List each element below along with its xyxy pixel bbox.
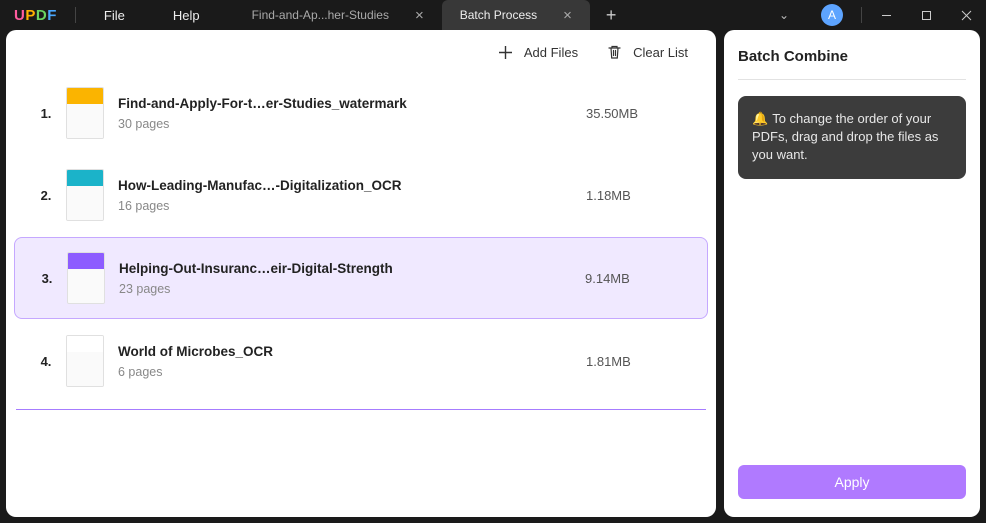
tab-document[interactable]: Find-and-Ap...her-Studies ×: [234, 0, 442, 30]
file-size: 35.50MB: [586, 106, 696, 121]
file-list-panel: Add Files Clear List 1. Find-and-Apply-F…: [6, 30, 716, 517]
file-info: Helping-Out-Insuranc…eir-Digital-Strengt…: [119, 261, 585, 296]
separator: [861, 7, 862, 23]
panel-title: Batch Combine: [738, 48, 966, 80]
file-name: Find-and-Apply-For-t…er-Studies_watermar…: [118, 96, 586, 111]
menu-file[interactable]: File: [80, 8, 149, 23]
file-info: World of Microbes_OCR 6 pages: [118, 344, 586, 379]
plus-icon: [497, 44, 514, 61]
bell-icon: 🔔: [752, 111, 768, 126]
file-size: 1.18MB: [586, 188, 696, 203]
file-name: World of Microbes_OCR: [118, 344, 586, 359]
maximize-button[interactable]: [906, 0, 946, 30]
close-icon[interactable]: ×: [563, 7, 572, 24]
file-name: How-Leading-Manufac…-Digitalization_OCR: [118, 178, 586, 193]
row-index: 2.: [26, 188, 66, 203]
clear-list-button[interactable]: Clear List: [606, 44, 688, 61]
trash-icon: [606, 44, 623, 61]
app-logo: UPDF: [0, 7, 71, 24]
file-thumbnail: [66, 87, 104, 139]
row-index: 4.: [26, 354, 66, 369]
clear-list-label: Clear List: [633, 45, 688, 60]
file-size: 9.14MB: [585, 271, 695, 286]
file-row[interactable]: 2. How-Leading-Manufac…-Digitalization_O…: [14, 155, 708, 235]
menu-help[interactable]: Help: [149, 8, 224, 23]
file-row[interactable]: 1. Find-and-Apply-For-t…er-Studies_water…: [14, 73, 708, 153]
close-button[interactable]: [946, 0, 986, 30]
row-index: 3.: [27, 271, 67, 286]
tab-strip: Find-and-Ap...her-Studies × Batch Proces…: [234, 0, 633, 30]
add-files-label: Add Files: [524, 45, 578, 60]
file-thumbnail: [67, 252, 105, 304]
tab-batch-process[interactable]: Batch Process ×: [442, 0, 590, 30]
separator: [75, 7, 76, 23]
file-info: How-Leading-Manufac…-Digitalization_OCR …: [118, 178, 586, 213]
row-index: 1.: [26, 106, 66, 121]
file-info: Find-and-Apply-For-t…er-Studies_watermar…: [118, 96, 586, 131]
file-pages: 23 pages: [119, 282, 585, 296]
main-shell: Add Files Clear List 1. Find-and-Apply-F…: [0, 30, 986, 523]
file-pages: 6 pages: [118, 365, 586, 379]
chevron-down-icon[interactable]: ⌄: [761, 8, 807, 22]
side-panel: Batch Combine 🔔To change the order of yo…: [724, 30, 980, 517]
close-icon[interactable]: ×: [415, 7, 424, 24]
file-list-toolbar: Add Files Clear List: [6, 30, 716, 71]
new-tab-button[interactable]: +: [590, 0, 633, 30]
avatar[interactable]: A: [821, 4, 843, 26]
titlebar: UPDF File Help Find-and-Ap...her-Studies…: [0, 0, 986, 30]
file-row[interactable]: 3. Helping-Out-Insuranc…eir-Digital-Stre…: [14, 237, 708, 319]
file-list: 1. Find-and-Apply-For-t…er-Studies_water…: [6, 71, 716, 517]
list-divider: [16, 409, 706, 410]
file-name: Helping-Out-Insuranc…eir-Digital-Strengt…: [119, 261, 585, 276]
file-thumbnail: [66, 169, 104, 221]
file-pages: 16 pages: [118, 199, 586, 213]
hint-text: To change the order of your PDFs, drag a…: [752, 111, 938, 162]
tab-label: Batch Process: [460, 8, 537, 22]
file-thumbnail: [66, 335, 104, 387]
minimize-button[interactable]: [866, 0, 906, 30]
file-size: 1.81MB: [586, 354, 696, 369]
hint-box: 🔔To change the order of your PDFs, drag …: [738, 96, 966, 179]
titlebar-right: ⌄ A: [761, 0, 986, 30]
file-pages: 30 pages: [118, 117, 586, 131]
apply-button[interactable]: Apply: [738, 465, 966, 499]
add-files-button[interactable]: Add Files: [497, 44, 578, 61]
tab-label: Find-and-Ap...her-Studies: [252, 8, 389, 22]
file-row[interactable]: 4. World of Microbes_OCR 6 pages 1.81MB: [14, 321, 708, 401]
